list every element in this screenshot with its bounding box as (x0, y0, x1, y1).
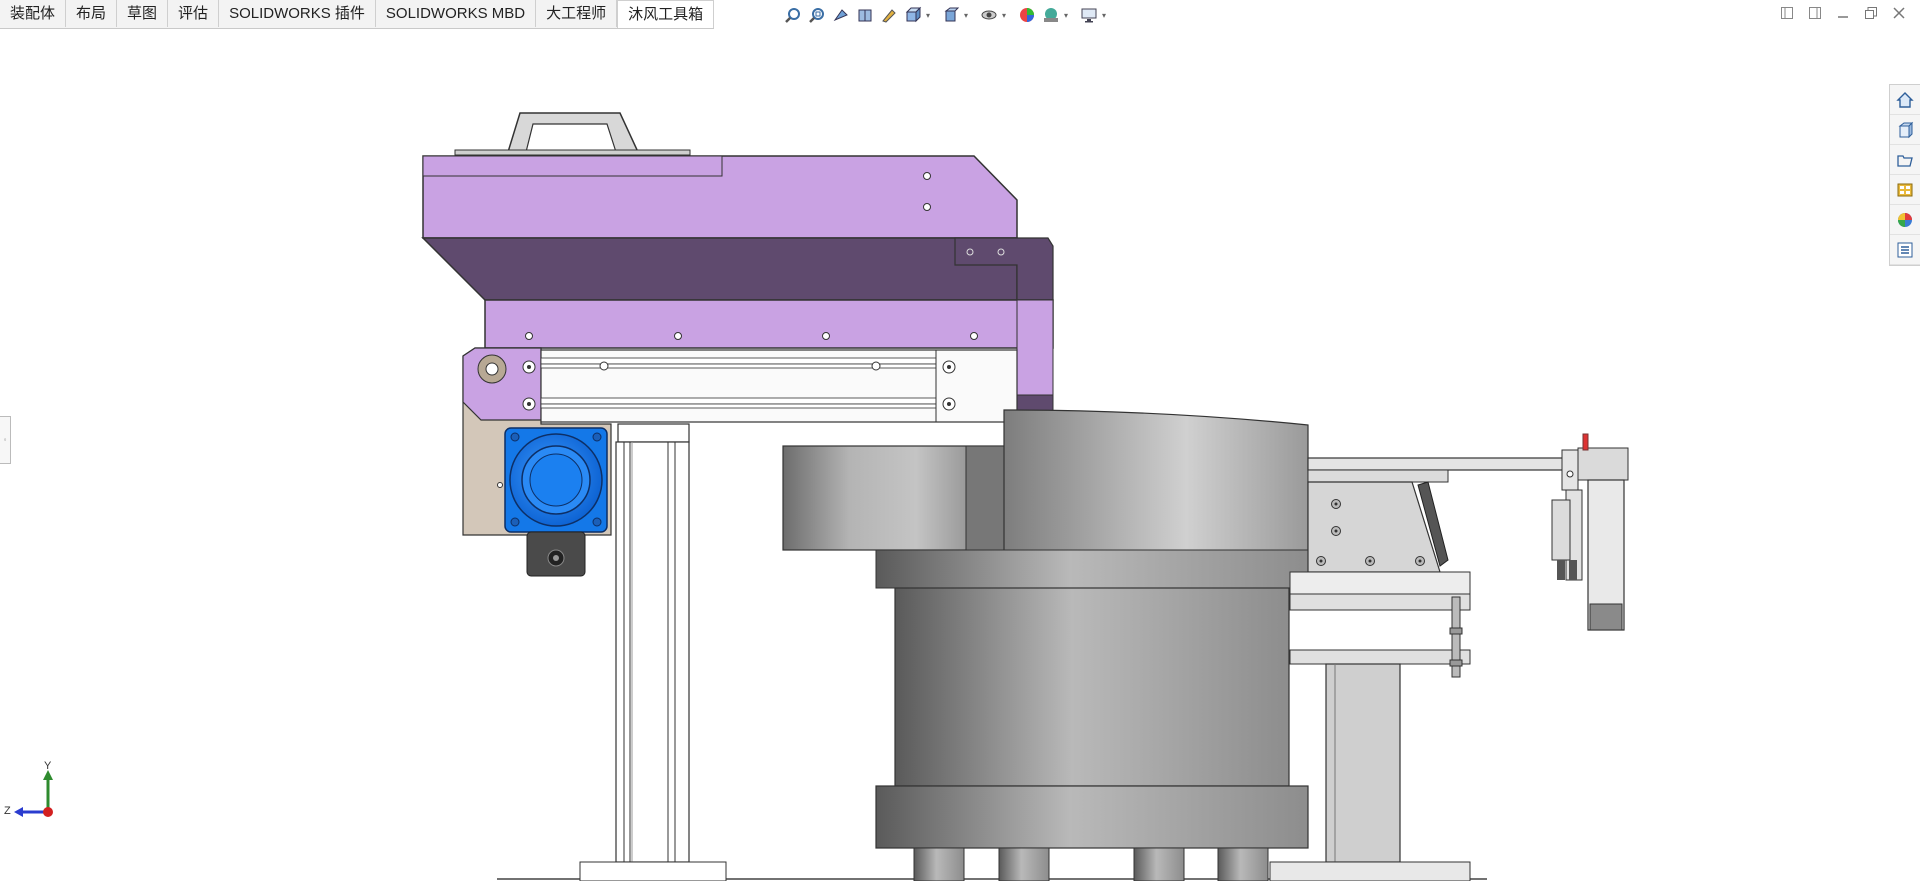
vibratory-bowl (782, 409, 1309, 881)
axis-triad-icon (14, 770, 53, 817)
drive-motor (504, 427, 608, 577)
triad-y-label: Y (44, 760, 52, 772)
escapement-mechanism (1551, 433, 1629, 631)
hopper-handle (454, 112, 691, 156)
model-viewport[interactable] (0, 0, 1920, 881)
conveyor-belt (540, 349, 1018, 423)
triad-z-label: Z (4, 805, 11, 817)
reference-triad: Y Z (4, 760, 64, 820)
